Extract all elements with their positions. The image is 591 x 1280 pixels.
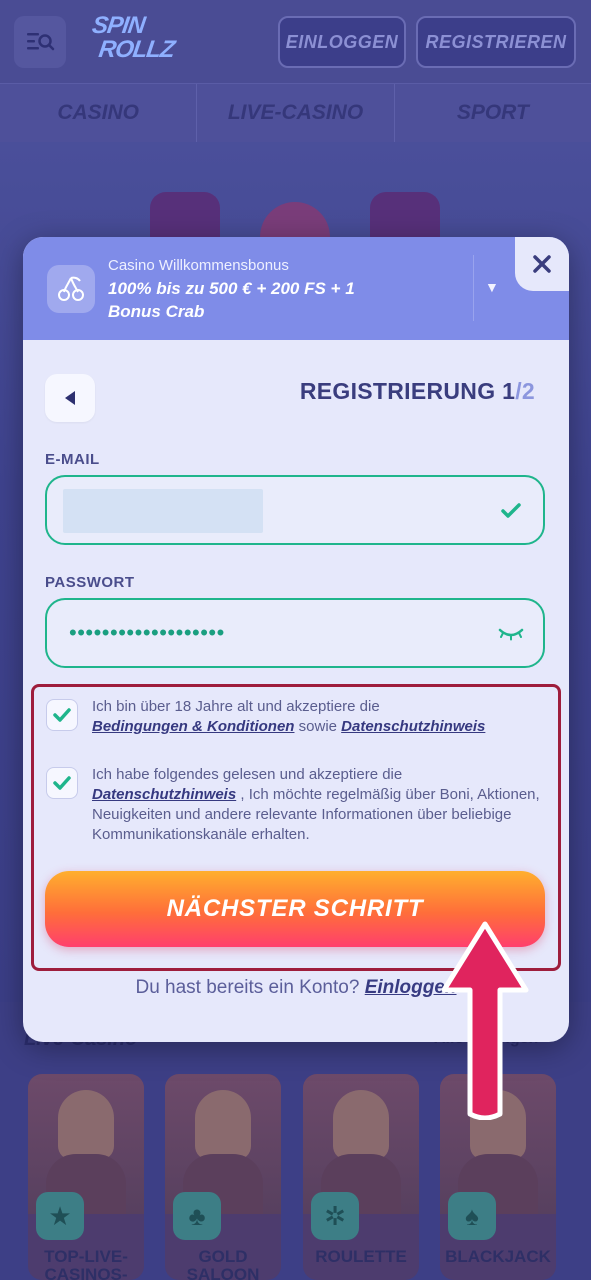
caret-down-icon[interactable]: ▼: [485, 279, 499, 295]
registration-title: REGISTRIERUNG 1/2: [299, 378, 535, 404]
back-button[interactable]: [45, 374, 95, 422]
arrow-up-annotation: [441, 921, 529, 1120]
email-value-redacted: [63, 489, 263, 533]
game-card[interactable]: ♣ GOLD SALOON: [165, 1074, 281, 1280]
nav-item-live-casino[interactable]: LIVE-CASINO: [197, 84, 395, 142]
header-login-button[interactable]: EINLOGGEN: [278, 16, 406, 68]
close-icon: [533, 255, 551, 273]
check-icon: [53, 776, 71, 790]
game-card[interactable]: ✲ ROULETTE: [303, 1074, 419, 1280]
bonus-title: 100% bis zu 500 € + 200 FS + 1 Bonus Cra…: [108, 279, 355, 321]
age-terms-text: Ich bin über 18 Jahre alt und akzeptiere…: [92, 698, 486, 735]
check-icon: [499, 499, 523, 523]
email-label: E-MAIL: [45, 451, 100, 468]
game-name: BLACKJACK: [445, 1247, 551, 1266]
close-button[interactable]: [515, 237, 569, 291]
game-card[interactable]: ★ TOP-LIVE-CASINOS-: [28, 1074, 144, 1280]
main-nav: CASINO LIVE-CASINO SPORT: [0, 84, 591, 142]
marketing-checkbox[interactable]: [46, 767, 78, 799]
game-name: GOLD SALOON: [186, 1247, 260, 1280]
star-icon: ★: [36, 1192, 84, 1240]
password-value: •••••••••••••••••••: [69, 620, 225, 645]
password-label: PASSWORT: [45, 574, 135, 591]
terms-link[interactable]: Bedingungen & Konditionen: [92, 718, 294, 735]
game-name: TOP-LIVE-CASINOS-: [44, 1247, 128, 1280]
nav-item-sport[interactable]: SPORT: [395, 84, 591, 142]
club-icon: ♣: [173, 1192, 221, 1240]
privacy-link-2[interactable]: Datenschutzhinweis: [92, 786, 236, 803]
age-terms-checkbox[interactable]: [46, 699, 78, 731]
password-field[interactable]: •••••••••••••••••••: [45, 598, 545, 668]
email-field[interactable]: [45, 475, 545, 545]
bonus-selector[interactable]: Casino Willkommensbonus 100% bis zu 500 …: [23, 237, 569, 340]
marketing-text: Ich habe folgendes gelesen und akzeptier…: [92, 766, 540, 843]
top-bar: SPIN ROLLZ EINLOGGEN REGISTRIEREN: [0, 0, 591, 84]
nav-item-casino[interactable]: CASINO: [0, 84, 198, 142]
roulette-icon: ✲: [311, 1192, 359, 1240]
cherry-icon: [47, 265, 95, 313]
spade-icon: ♠: [448, 1192, 496, 1240]
spinrollz-logo[interactable]: SPIN ROLLZ: [86, 12, 190, 70]
menu-search-icon: [27, 33, 55, 51]
menu-search-button[interactable]: [14, 16, 66, 68]
eye-closed-icon[interactable]: [497, 622, 525, 646]
check-icon: [53, 708, 71, 722]
triangle-left-icon: [65, 391, 75, 405]
bonus-label: Casino Willkommensbonus: [108, 257, 289, 274]
game-name: ROULETTE: [315, 1247, 407, 1266]
privacy-link[interactable]: Datenschutzhinweis: [341, 718, 485, 735]
header-register-button[interactable]: REGISTRIEREN: [416, 16, 576, 68]
